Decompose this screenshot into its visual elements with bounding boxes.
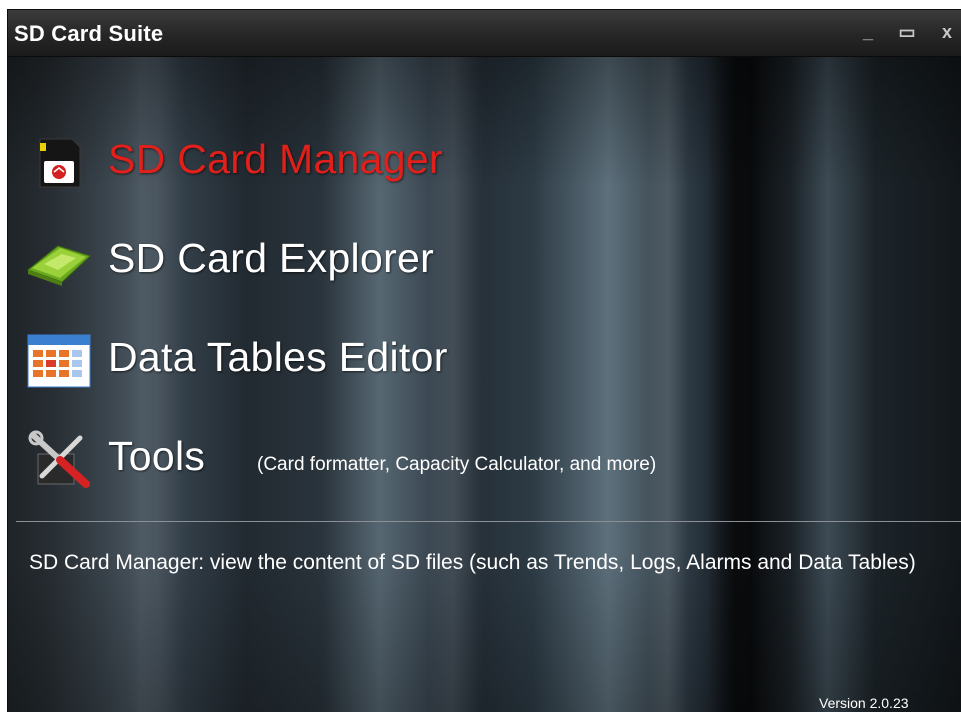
item-description: SD Card Manager: view the content of SD … [29, 551, 916, 574]
sd-card-icon [24, 133, 94, 193]
title-bar[interactable]: SD Card Suite _ ▭ x [8, 10, 961, 57]
menu-label: SD Card Manager [108, 136, 443, 182]
folder-icon [24, 232, 94, 292]
divider [16, 521, 961, 522]
version-label: Version 2.0.23 [819, 695, 909, 711]
menu-item-sd-card-explorer[interactable]: SD Card Explorer [24, 227, 524, 297]
maximize-button[interactable]: ▭ [895, 20, 919, 44]
close-button[interactable]: x [935, 20, 959, 44]
calendar-table-icon [24, 331, 94, 391]
main-panel: SD Card Manager SD Card Explorer Data Ta… [8, 57, 961, 712]
menu-label: Tools [108, 433, 206, 479]
menu-label: Data Tables Editor [108, 334, 448, 380]
tools-icon [24, 430, 94, 490]
tools-subtitle: (Card formatter, Capacity Calculator, an… [257, 454, 657, 475]
minimize-button[interactable]: _ [856, 20, 880, 44]
app-window: SD Card Suite _ ▭ x SD Card Manager SD C… [8, 10, 961, 712]
menu-item-tools[interactable]: Tools (Card formatter, Capacity Calculat… [24, 425, 824, 495]
menu-label: SD Card Explorer [108, 235, 435, 281]
menu-item-data-tables-editor[interactable]: Data Tables Editor [24, 326, 544, 396]
window-title: SD Card Suite [14, 21, 164, 46]
menu-item-sd-card-manager[interactable]: SD Card Manager [24, 128, 524, 198]
